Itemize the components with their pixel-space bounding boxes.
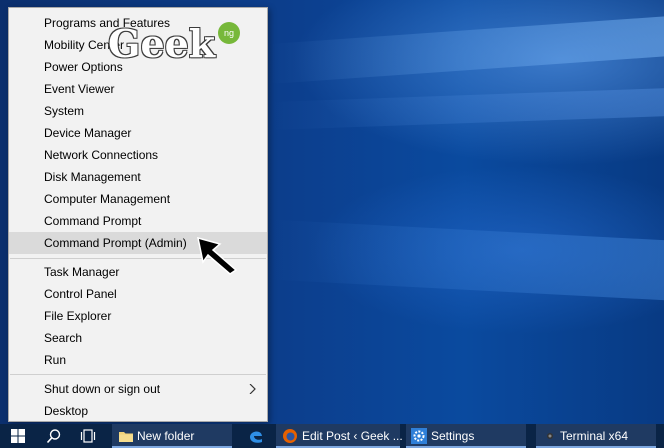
menu-item-computer-management[interactable]: Computer Management	[9, 188, 267, 210]
wallpaper-light-beam	[270, 219, 664, 301]
taskbar-button-settings[interactable]: Settings	[406, 424, 526, 448]
task-view-icon[interactable]	[80, 428, 96, 444]
search-icon[interactable]	[46, 428, 62, 444]
menu-item-disk-management[interactable]: Disk Management	[9, 166, 267, 188]
taskbar-label: Settings	[431, 429, 475, 443]
menu-item-command-prompt[interactable]: Command Prompt	[9, 210, 267, 232]
folder-icon	[119, 432, 133, 442]
menu-item-run[interactable]: Run	[9, 349, 267, 371]
windows-start-icon[interactable]	[10, 428, 26, 444]
taskbar: New folder Edit Post ‹ Geek ... Settings…	[0, 424, 664, 448]
menu-item-search[interactable]: Search	[9, 327, 267, 349]
watermark-badge: ng	[218, 22, 240, 44]
taskbar-label: Terminal x64	[560, 429, 629, 443]
menu-item-network-connections[interactable]: Network Connections	[9, 144, 267, 166]
taskbar-label: New folder	[137, 429, 195, 443]
taskbar-button-new-folder[interactable]: New folder	[112, 424, 232, 448]
geek-watermark-logo: Geek ng	[108, 22, 248, 72]
menu-item-file-explorer[interactable]: File Explorer	[9, 305, 267, 327]
menu-separator	[10, 374, 266, 375]
taskbar-button-edit-post[interactable]: Edit Post ‹ Geek ...	[276, 424, 403, 448]
taskbar-label: Edit Post ‹ Geek ...	[302, 429, 403, 443]
menu-item-desktop[interactable]: Desktop	[9, 400, 267, 422]
menu-item-shut-down-or-sign-out[interactable]: Shut down or sign out	[9, 378, 267, 400]
terminal-icon	[547, 433, 553, 439]
firefox-icon	[283, 429, 297, 443]
menu-item-event-viewer[interactable]: Event Viewer	[9, 78, 267, 100]
wallpaper-light-beam	[270, 16, 664, 84]
watermark-text: Geek	[108, 21, 216, 66]
menu-item-system[interactable]: System	[9, 100, 267, 122]
chevron-right-icon	[249, 384, 256, 394]
menu-item-device-manager[interactable]: Device Manager	[9, 122, 267, 144]
gear-icon	[411, 428, 427, 444]
menu-item-control-panel[interactable]: Control Panel	[9, 283, 267, 305]
wallpaper-light-beam	[270, 88, 664, 130]
edge-browser-icon[interactable]	[248, 428, 264, 444]
arrow-pointer-icon	[197, 236, 238, 275]
taskbar-button-terminal[interactable]: Terminal x64	[536, 424, 656, 448]
